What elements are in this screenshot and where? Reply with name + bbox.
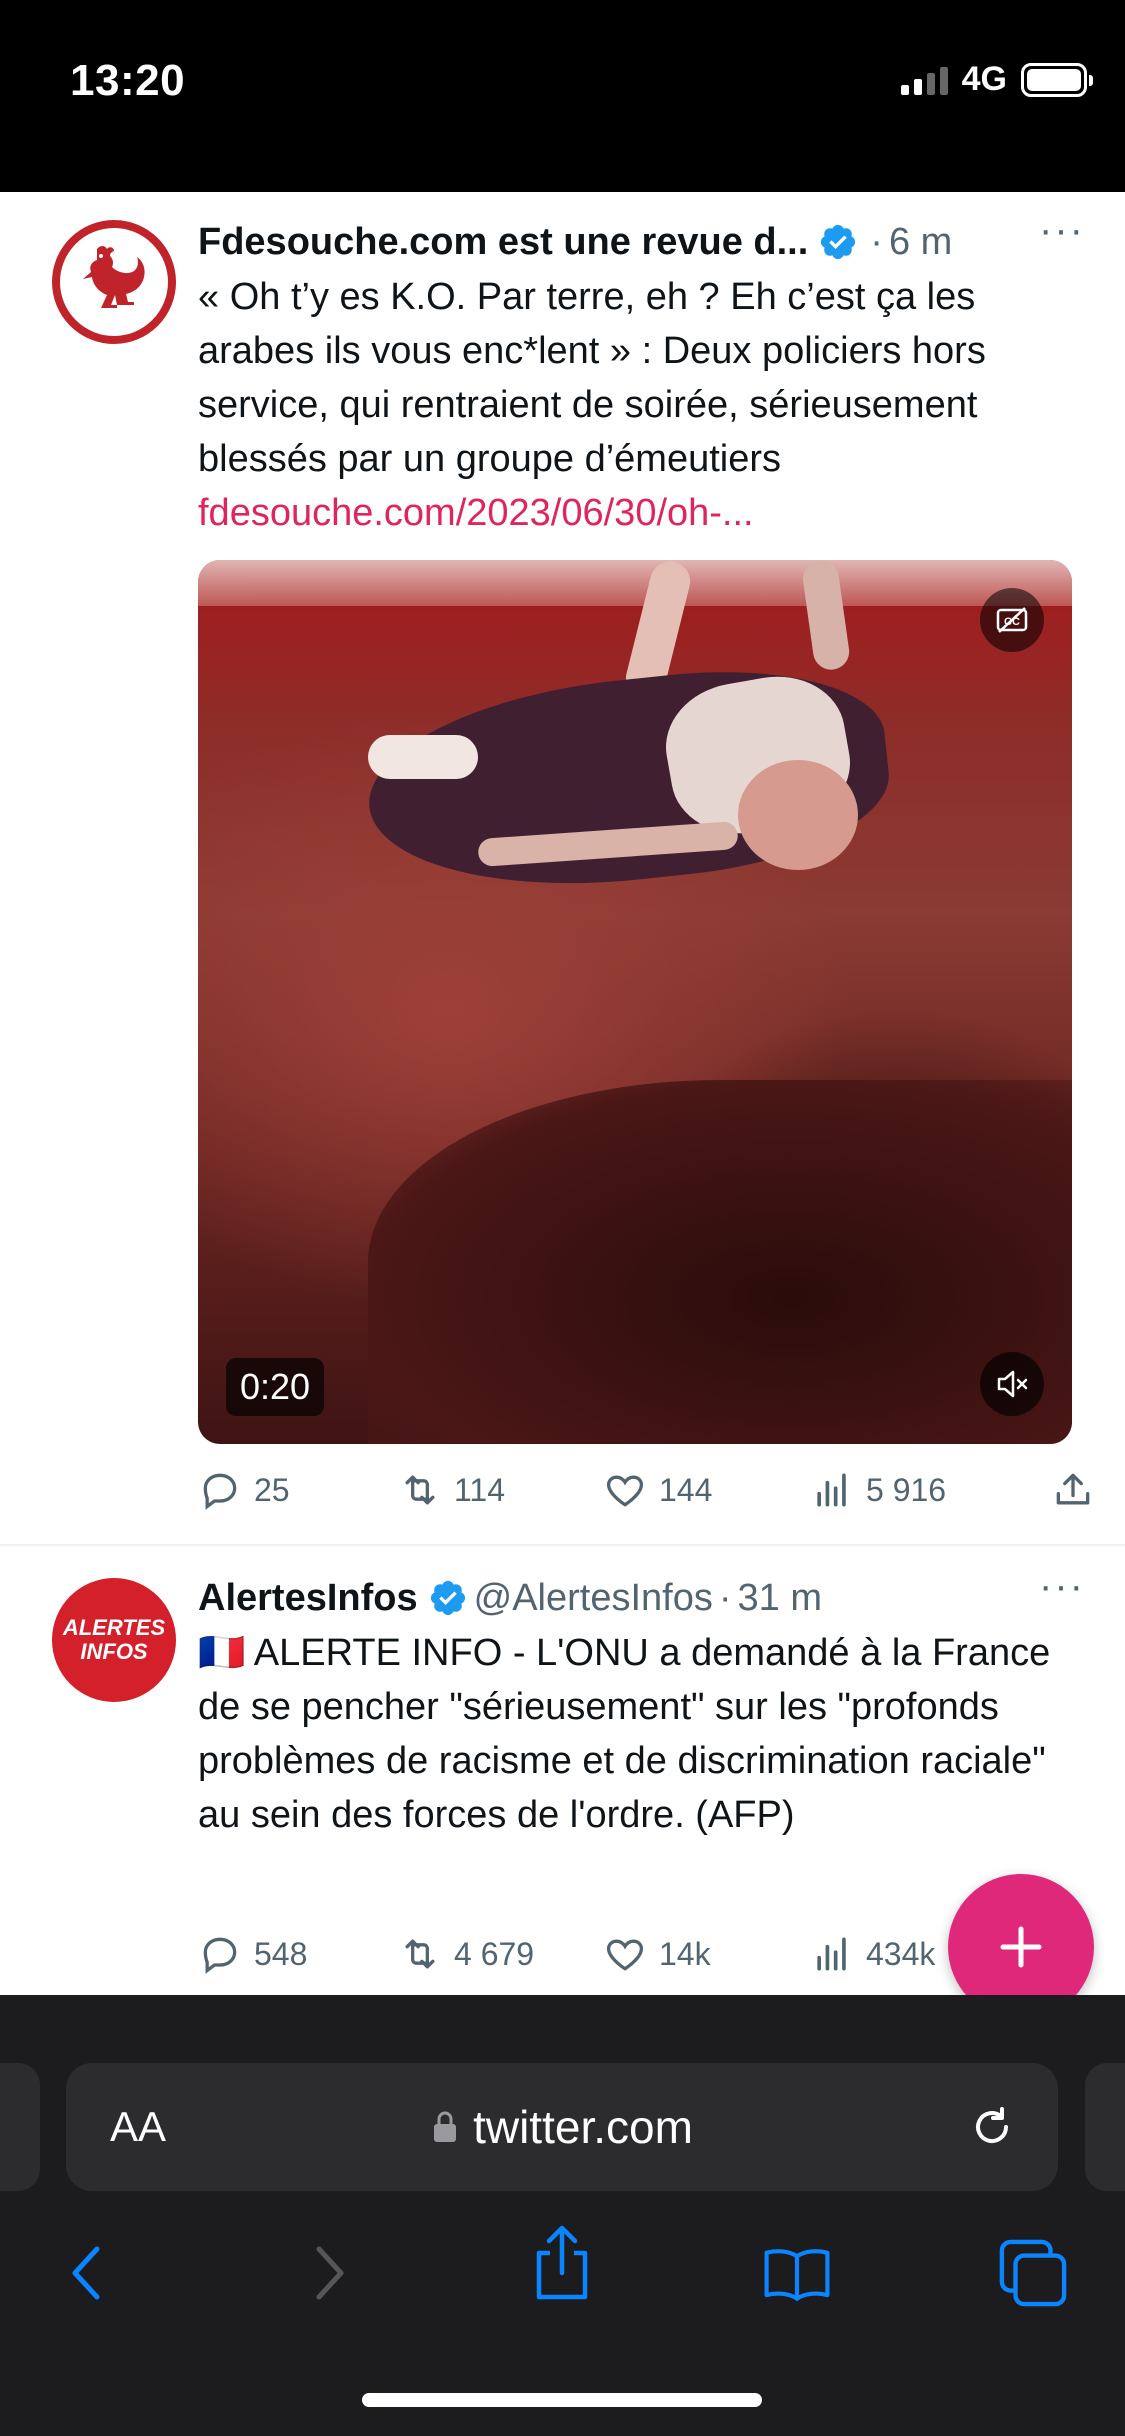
reply-button[interactable]: 548 — [198, 1932, 307, 1976]
like-count: 14k — [659, 1935, 711, 1972]
tweet-header: AlertesInfos @AlertesInfos · 31 m — [198, 1570, 1095, 1626]
flag-emoji: 🇫🇷 — [198, 1632, 246, 1674]
time-ago[interactable]: 31 m — [738, 1577, 822, 1620]
author-handle[interactable]: @AlertesInfos — [474, 1577, 713, 1620]
reply-count: 25 — [254, 1471, 290, 1508]
tabs-button[interactable] — [998, 2238, 1068, 2308]
rooster-icon — [83, 246, 145, 308]
tweet-text: 🇫🇷 ALERTE INFO - L'ONU a demandé à la Fr… — [198, 1626, 1089, 1842]
chevron-left-icon — [72, 2246, 100, 2300]
video-player[interactable]: CC 0:20 — [198, 560, 1072, 1444]
reply-icon — [203, 1937, 237, 1974]
analytics-icon — [817, 1937, 846, 1971]
tweet-body: ALERTE INFO - L'ONU a demandé à la Franc… — [198, 1632, 1051, 1836]
network-label: 4G — [961, 60, 1007, 98]
analytics-icon — [817, 1473, 846, 1507]
retweet-count: 114 — [454, 1471, 506, 1508]
retweet-button[interactable]: 114 — [398, 1468, 505, 1512]
more-options-button[interactable]: ··· — [1039, 208, 1085, 253]
mute-button[interactable] — [980, 1352, 1044, 1416]
chevron-right-icon — [316, 2246, 344, 2300]
share-button[interactable] — [527, 2225, 597, 2300]
tweet-link[interactable]: fdesouche.com/2023/06/30/oh-... — [198, 486, 1089, 540]
signal-icon — [900, 65, 948, 95]
retweet-count: 4 679 — [454, 1935, 535, 1972]
author-name[interactable]: Fdesouche.com est une revue d... — [198, 221, 808, 264]
verified-badge-icon — [430, 1580, 465, 1616]
next-tab-peek[interactable] — [1085, 2063, 1125, 2191]
tweet-actions: 25 114 144 5 916 — [198, 1460, 1095, 1520]
video-duration: 0:20 — [226, 1358, 325, 1416]
lock-icon — [434, 2111, 457, 2142]
verified-badge-icon — [821, 224, 856, 260]
views-count: 5 916 — [866, 1471, 947, 1508]
tabs-icon — [999, 2239, 1067, 2307]
author-name[interactable]: AlertesInfos — [198, 1577, 418, 1620]
status-indicators: 4G — [900, 60, 1093, 99]
timeline-feed[interactable]: Fdesouche.com est une revue d... · 6 m ·… — [0, 192, 1125, 1995]
reply-icon — [203, 1473, 237, 1510]
avatar[interactable] — [52, 220, 176, 344]
speaker-muted-icon — [997, 1370, 1028, 1398]
reload-icon[interactable] — [966, 2101, 1018, 2153]
reply-count: 548 — [254, 1935, 308, 1972]
browser-nav-bar — [0, 2220, 1125, 2320]
separator: · — [870, 220, 883, 263]
reply-button[interactable]: 25 — [198, 1468, 290, 1512]
like-button[interactable]: 144 — [603, 1468, 712, 1512]
previous-tab-peek[interactable] — [0, 2063, 40, 2191]
captions-off-icon: CC — [996, 607, 1028, 633]
share-icon — [1056, 1473, 1090, 1505]
back-button[interactable] — [52, 2238, 122, 2308]
heart-icon — [607, 1475, 643, 1507]
separator: · — [718, 1576, 732, 1619]
retweet-button[interactable]: 4 679 — [398, 1932, 534, 1976]
address-bar[interactable]: AA twitter.com — [66, 2063, 1058, 2191]
captions-button[interactable]: CC — [980, 588, 1044, 652]
avatar[interactable]: ALERTES INFOS — [52, 1578, 176, 1702]
views-button[interactable]: 5 916 — [810, 1468, 946, 1512]
retweet-icon — [405, 1939, 435, 1969]
browser-toolbar — [0, 1995, 1125, 2436]
views-button[interactable]: 434k — [810, 1932, 935, 1976]
like-button[interactable]: 14k — [603, 1932, 711, 1976]
time-ago[interactable]: 6 m — [889, 221, 952, 264]
share-button[interactable] — [1051, 1468, 1095, 1512]
tweet-text: « Oh t’y es K.O. Par terre, eh ? Eh c’es… — [198, 270, 1089, 540]
home-indicator[interactable] — [362, 2393, 762, 2407]
battery-icon — [1021, 62, 1093, 97]
bookmarks-button[interactable] — [762, 2238, 832, 2308]
tweet-body: « Oh t’y es K.O. Par terre, eh ? Eh c’es… — [198, 276, 986, 480]
share-icon — [536, 2225, 588, 2300]
avatar-text-line2: INFOS — [80, 1639, 148, 1664]
like-count: 144 — [659, 1471, 713, 1508]
tweet[interactable]: Fdesouche.com est une revue d... · 6 m ·… — [0, 192, 1125, 1546]
avatar-text-line1: ALERTES — [62, 1615, 166, 1640]
more-options-button[interactable]: ··· — [1039, 1564, 1085, 1609]
heart-icon — [607, 1939, 643, 1971]
retweet-icon — [405, 1475, 435, 1505]
status-time: 13:20 — [70, 56, 186, 105]
views-count: 434k — [866, 1935, 936, 1972]
plus-icon — [1000, 1926, 1042, 1968]
book-icon — [764, 2249, 830, 2301]
status-bar: 13:20 4G — [0, 0, 1125, 192]
forward-button[interactable] — [294, 2238, 364, 2308]
tweet-header: Fdesouche.com est une revue d... · 6 m — [198, 214, 1095, 270]
url-text[interactable]: twitter.com — [473, 2100, 693, 2154]
